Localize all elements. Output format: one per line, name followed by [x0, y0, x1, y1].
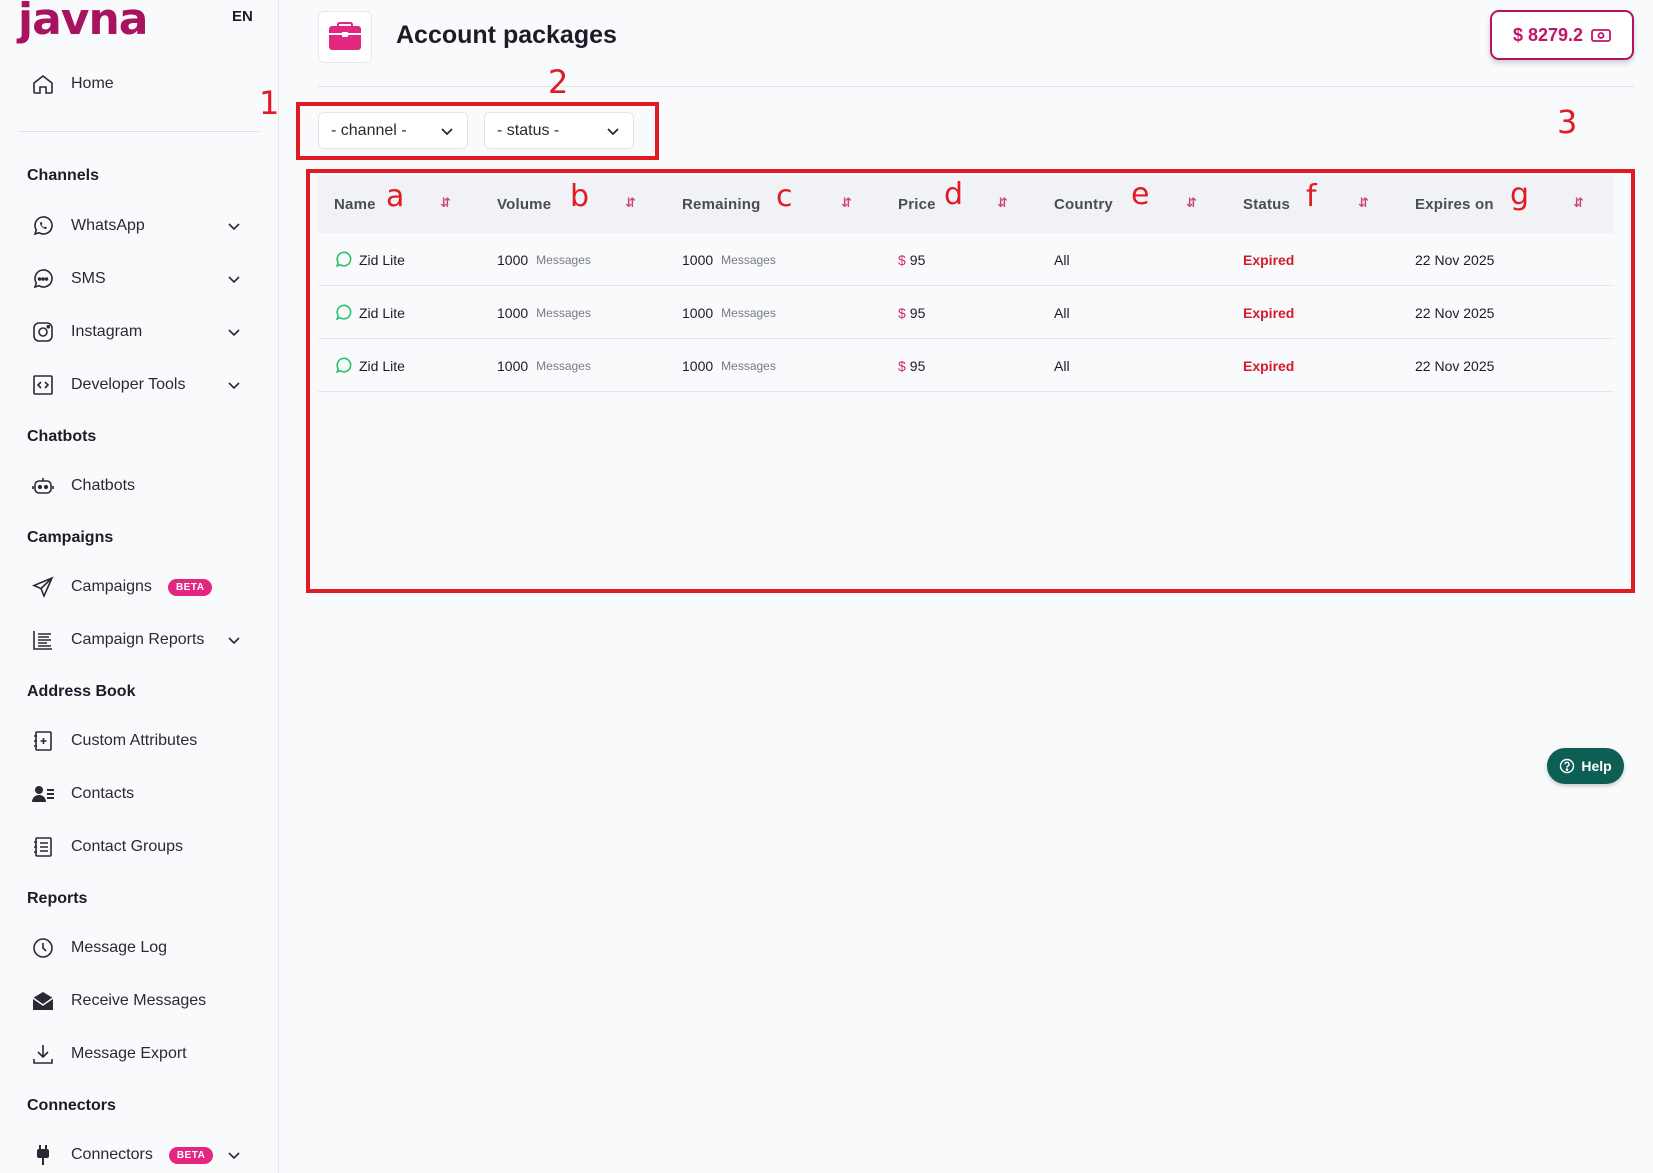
- sidebar-item-label: Developer Tools: [71, 376, 186, 393]
- annotation-label-3: 3: [1557, 103, 1578, 141]
- sidebar-item-label: WhatsApp: [71, 217, 145, 234]
- sidebar-item-label: Message Export: [71, 1045, 187, 1062]
- code-icon: [30, 372, 56, 398]
- sidebar-item-label: Contact Groups: [71, 838, 184, 855]
- chat-bubble-icon: [30, 266, 56, 292]
- clock-icon: [30, 935, 56, 961]
- sidebar: javna EN Home Channels WhatsApp SMS Inst…: [0, 0, 279, 1173]
- sidebar-item-label: Contacts: [71, 785, 135, 802]
- balance-amount: $ 8279.2: [1512, 24, 1584, 45]
- report-list-icon: [30, 627, 56, 653]
- chevron-down-icon: [228, 329, 240, 337]
- annotation-letter-f: f: [1306, 179, 1317, 214]
- sidebar-item-label: SMS: [71, 270, 106, 287]
- chevron-down-icon: [228, 223, 240, 231]
- annotation-box-filters: [296, 102, 659, 160]
- section-connectors: Connectors: [27, 1097, 116, 1114]
- instagram-icon: [30, 319, 56, 345]
- section-campaigns: Campaigns: [27, 529, 114, 546]
- language-switch[interactable]: EN: [232, 8, 253, 25]
- chevron-down-icon: [228, 276, 240, 284]
- sidebar-item-contact-groups[interactable]: Contact Groups: [30, 829, 255, 865]
- download-icon: [30, 1041, 56, 1067]
- annotation-letter-a: a: [386, 179, 405, 214]
- chevron-down-icon: [228, 382, 240, 390]
- sidebar-item-contacts[interactable]: Contacts: [30, 776, 255, 812]
- paper-plane-icon: [30, 574, 56, 600]
- sidebar-item-connectors[interactable]: Connectors BETA: [30, 1137, 255, 1173]
- page-title: Account packages: [396, 21, 617, 49]
- sidebar-item-whatsapp[interactable]: WhatsApp: [30, 208, 255, 244]
- add-attribute-icon: [30, 728, 56, 754]
- envelope-icon: [30, 988, 56, 1014]
- annotation-box-table: [306, 169, 1635, 593]
- package-icon: [329, 22, 361, 50]
- package-icon-tile: [318, 11, 372, 63]
- sidebar-item-chatbots[interactable]: Chatbots: [30, 468, 255, 504]
- sidebar-item-label: Chatbots: [71, 477, 136, 494]
- chevron-down-icon: [228, 637, 240, 645]
- section-address-book: Address Book: [27, 683, 136, 700]
- sidebar-item-instagram[interactable]: Instagram: [30, 314, 255, 350]
- sidebar-item-label: Message Log: [71, 939, 168, 956]
- header-divider: [318, 86, 1634, 87]
- annotation-letter-g: g: [1510, 177, 1530, 212]
- plug-icon: [30, 1142, 56, 1168]
- sidebar-item-custom-attributes[interactable]: Custom Attributes: [30, 723, 255, 759]
- balance-button[interactable]: $ 8279.2: [1490, 10, 1634, 60]
- sidebar-item-label: Campaign Reports: [71, 631, 205, 648]
- beta-badge: BETA: [168, 1146, 214, 1164]
- sidebar-item-label: Instagram: [71, 323, 143, 340]
- annotation-letter-c: c: [776, 179, 793, 214]
- sidebar-item-sms[interactable]: SMS: [30, 261, 255, 297]
- sidebar-item-developer-tools[interactable]: Developer Tools: [30, 367, 255, 403]
- sidebar-item-receive-messages[interactable]: Receive Messages: [30, 983, 255, 1019]
- sidebar-item-label: Custom Attributes: [71, 732, 198, 749]
- brand-logo[interactable]: javna: [18, 0, 148, 45]
- section-chatbots: Chatbots: [27, 428, 97, 445]
- annotation-label-1: 1: [259, 84, 280, 122]
- cash-icon: [1591, 29, 1611, 42]
- question-circle-icon: [1560, 758, 1575, 774]
- contacts-icon: [30, 781, 56, 807]
- sidebar-item-home[interactable]: Home: [30, 66, 255, 102]
- annotation-letter-d: d: [944, 177, 964, 212]
- annotation-letter-e: e: [1131, 177, 1150, 212]
- home-icon: [30, 71, 56, 97]
- sidebar-item-label: Connectors: [71, 1146, 153, 1163]
- whatsapp-icon: [30, 213, 56, 239]
- section-reports: Reports: [27, 890, 88, 907]
- annotation-letter-b: b: [570, 179, 590, 214]
- sidebar-item-message-export[interactable]: Message Export: [30, 1036, 255, 1072]
- beta-badge: BETA: [167, 578, 213, 596]
- help-button[interactable]: Help: [1547, 748, 1624, 784]
- annotation-label-2: 2: [548, 63, 569, 101]
- help-label: Help: [1581, 758, 1612, 774]
- robot-icon: [30, 473, 56, 499]
- sidebar-divider: [19, 131, 259, 132]
- sidebar-item-label: Campaigns: [71, 578, 152, 595]
- sidebar-item-campaigns[interactable]: Campaigns BETA: [30, 569, 255, 605]
- section-channels: Channels: [27, 167, 100, 184]
- sidebar-item-label: Receive Messages: [71, 992, 207, 1009]
- sidebar-item-message-log[interactable]: Message Log: [30, 930, 255, 966]
- sidebar-item-label: Home: [71, 75, 114, 92]
- contact-list-icon: [30, 834, 56, 860]
- chevron-down-icon: [228, 1152, 240, 1160]
- sidebar-item-campaign-reports[interactable]: Campaign Reports: [30, 622, 255, 658]
